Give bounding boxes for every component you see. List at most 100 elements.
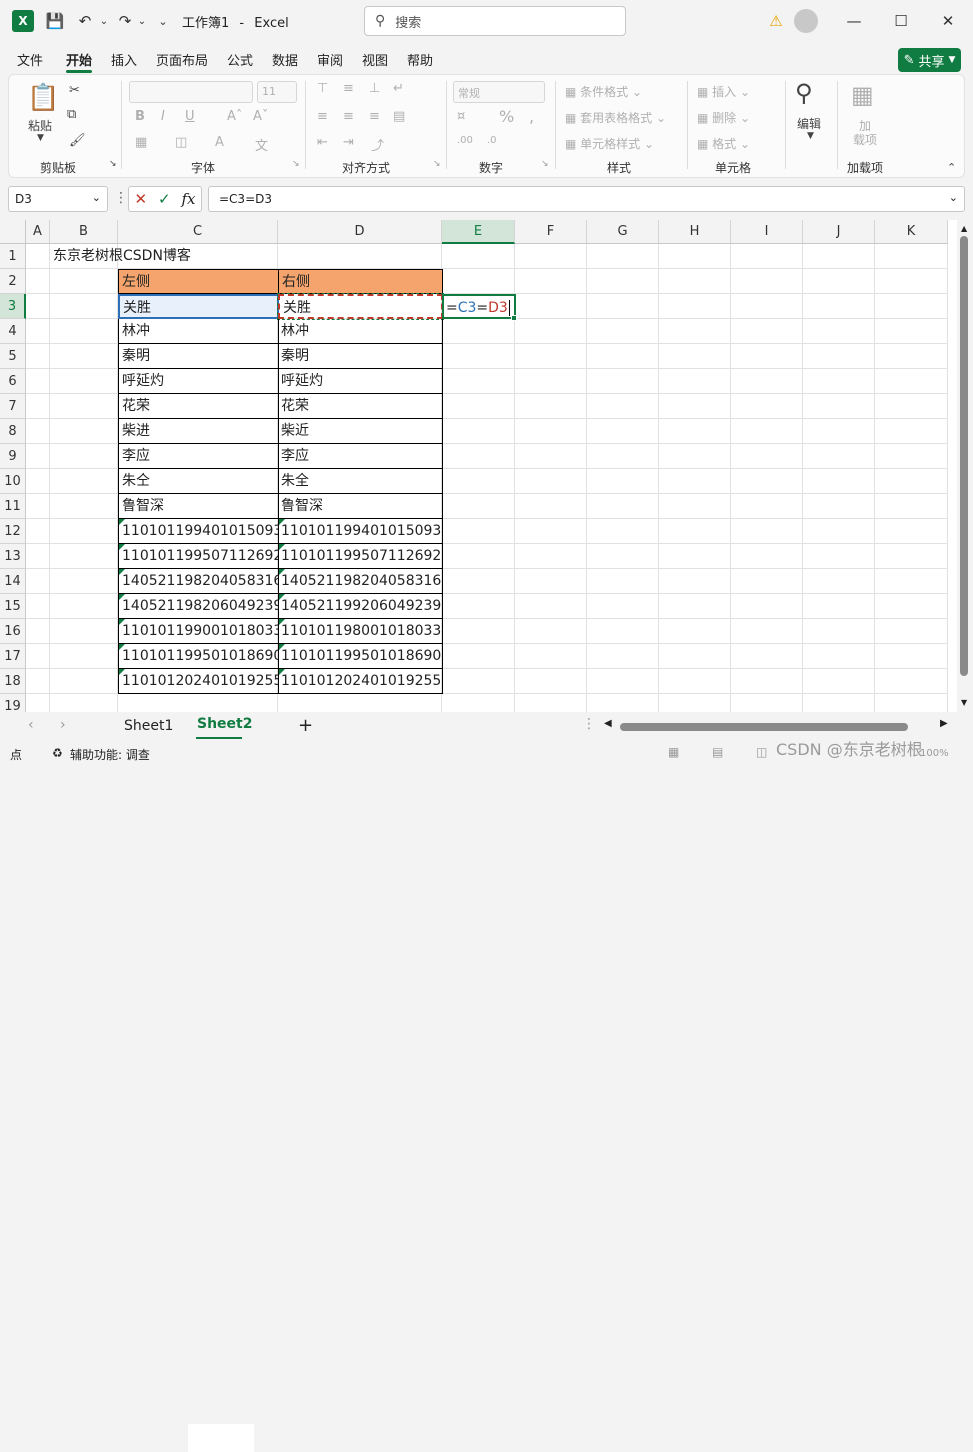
cell-d17[interactable]: 110101199501018690 bbox=[278, 644, 443, 669]
editing-dropdown-icon[interactable]: ▼ bbox=[807, 131, 814, 141]
vertical-scrollbar[interactable]: ▲ ▼ bbox=[957, 220, 973, 712]
borders-icon[interactable]: ▦ bbox=[135, 135, 147, 150]
cell-c18[interactable]: 110101202401019255 bbox=[118, 669, 279, 694]
row-header-8[interactable]: 8 bbox=[0, 419, 26, 444]
cell-c6[interactable]: 呼延灼 bbox=[118, 369, 279, 394]
number-as-text-indicator[interactable] bbox=[119, 644, 125, 650]
align-top-icon[interactable]: ⊤ bbox=[317, 81, 328, 96]
tab-review[interactable]: 审阅 bbox=[317, 50, 343, 69]
search-input[interactable]: ⚲ 搜索 bbox=[364, 6, 626, 36]
copy-icon[interactable]: ⧉ bbox=[67, 107, 76, 122]
cell-c12[interactable]: 110101199401015093 bbox=[118, 519, 279, 544]
delete-cells-button[interactable]: ▦ 删除 ⌄ bbox=[697, 109, 750, 126]
row-header-19[interactable]: 19 bbox=[0, 694, 26, 712]
row-header-2[interactable]: 2 bbox=[0, 269, 26, 294]
row-header-7[interactable]: 7 bbox=[0, 394, 26, 419]
select-all-corner[interactable] bbox=[0, 220, 26, 244]
wrap-text-icon[interactable]: ↵ bbox=[393, 81, 404, 96]
cell-d15[interactable]: 140521199206049239 bbox=[278, 594, 443, 619]
cell-d9[interactable]: 李应 bbox=[278, 444, 443, 469]
number-as-text-indicator[interactable] bbox=[119, 619, 125, 625]
cell-c14[interactable]: 140521198204058316 bbox=[118, 569, 279, 594]
cell-d16[interactable]: 110101198001018033 bbox=[278, 619, 443, 644]
clipboard-launcher-icon[interactable]: ↘ bbox=[109, 159, 117, 169]
redo-icon[interactable]: ↷ bbox=[114, 10, 136, 32]
addins-icon[interactable]: ▦ bbox=[851, 81, 874, 109]
column-header-g[interactable]: G bbox=[587, 220, 659, 244]
row-header-18[interactable]: 18 bbox=[0, 669, 26, 694]
cell-d3[interactable]: 关胜 bbox=[277, 293, 444, 320]
conditional-formatting-button[interactable]: ▦ 条件格式 ⌄ bbox=[565, 83, 642, 100]
font-color-icon[interactable]: A bbox=[215, 135, 224, 150]
align-right-icon[interactable]: ≡ bbox=[369, 109, 380, 124]
prev-sheet-icon[interactable]: ‹ bbox=[28, 717, 34, 733]
format-painter-icon[interactable]: 🖌 bbox=[69, 133, 86, 148]
column-header-k[interactable]: K bbox=[875, 220, 948, 244]
tab-file[interactable]: 文件 bbox=[17, 50, 43, 69]
tab-insert[interactable]: 插入 bbox=[111, 50, 137, 69]
cell-d6[interactable]: 呼延灼 bbox=[278, 369, 443, 394]
cell-d8[interactable]: 柴近 bbox=[278, 419, 443, 444]
cut-icon[interactable]: ✂ bbox=[69, 83, 80, 98]
cell-styles-button[interactable]: ▦ 单元格样式 ⌄ bbox=[565, 135, 654, 152]
cell-d2[interactable]: 右侧 bbox=[278, 269, 443, 294]
minimize-icon[interactable]: — bbox=[846, 10, 862, 32]
tab-view[interactable]: 视图 bbox=[362, 50, 388, 69]
next-sheet-icon[interactable]: › bbox=[60, 717, 66, 733]
insert-cells-button[interactable]: ▦ 插入 ⌄ bbox=[697, 83, 750, 100]
row-header-5[interactable]: 5 bbox=[0, 344, 26, 369]
number-as-text-indicator[interactable] bbox=[279, 669, 285, 675]
undo-icon[interactable]: ↶ bbox=[74, 10, 96, 32]
fill-handle[interactable] bbox=[511, 315, 517, 321]
cell-c13[interactable]: 110101199507112692 bbox=[118, 544, 279, 569]
phonetic-icon[interactable]: 文 bbox=[255, 135, 268, 154]
column-header-e[interactable]: E bbox=[442, 220, 515, 244]
redo-dropdown-icon[interactable]: ⌄ bbox=[136, 10, 148, 32]
row-header-12[interactable]: 12 bbox=[0, 519, 26, 544]
number-as-text-indicator[interactable] bbox=[119, 569, 125, 575]
cell-d12[interactable]: 110101199401015093 bbox=[278, 519, 443, 544]
align-bottom-icon[interactable]: ⊥ bbox=[369, 81, 380, 96]
row-header-10[interactable]: 10 bbox=[0, 469, 26, 494]
number-as-text-indicator[interactable] bbox=[279, 644, 285, 650]
italic-icon[interactable]: I bbox=[161, 109, 165, 124]
number-as-text-indicator[interactable] bbox=[279, 619, 285, 625]
row-header-13[interactable]: 13 bbox=[0, 544, 26, 569]
cell-c9[interactable]: 李应 bbox=[118, 444, 279, 469]
fill-color-icon[interactable]: ◫ bbox=[175, 135, 187, 150]
column-header-a[interactable]: A bbox=[26, 220, 50, 244]
maximize-icon[interactable]: ☐ bbox=[893, 10, 909, 32]
cell-e3-editing[interactable]: =C3=D3 bbox=[442, 294, 516, 319]
expand-formula-bar-icon[interactable]: ⌄ bbox=[949, 191, 958, 204]
worksheet-grid[interactable]: ABCDEFGHIJK 1 2 3 4 5 6 7 8 9 10 11 12 13 14 15 16 17 18 1… bbox=[0, 220, 957, 712]
bold-icon[interactable]: B bbox=[135, 109, 145, 124]
scroll-right-icon[interactable]: ▶ bbox=[940, 718, 948, 729]
scroll-down-icon[interactable]: ▼ bbox=[961, 698, 967, 707]
column-header-j[interactable]: J bbox=[803, 220, 875, 244]
font-size-select[interactable]: 11 bbox=[257, 81, 297, 103]
number-as-text-indicator[interactable] bbox=[119, 544, 125, 550]
format-cells-button[interactable]: ▦ 格式 ⌄ bbox=[697, 135, 750, 152]
row-header-14[interactable]: 14 bbox=[0, 569, 26, 594]
column-header-b[interactable]: B bbox=[50, 220, 118, 244]
cell-d5[interactable]: 秦明 bbox=[278, 344, 443, 369]
number-format-select[interactable]: 常规 bbox=[453, 81, 545, 103]
number-as-text-indicator[interactable] bbox=[119, 519, 125, 525]
cell-d7[interactable]: 花荣 bbox=[278, 394, 443, 419]
undo-dropdown-icon[interactable]: ⌄ bbox=[98, 10, 110, 32]
cell-c11[interactable]: 鲁智深 bbox=[118, 494, 279, 519]
sheet-tab-sheet2[interactable]: Sheet2 bbox=[197, 716, 252, 732]
tab-formulas[interactable]: 公式 bbox=[227, 50, 253, 69]
sheet-tab-sheet1[interactable]: Sheet1 bbox=[124, 718, 173, 734]
vertical-scroll-thumb[interactable] bbox=[960, 236, 968, 676]
grow-font-icon[interactable]: Aˆ bbox=[227, 109, 242, 124]
insert-function-icon[interactable]: fx bbox=[182, 190, 196, 208]
increase-indent-icon[interactable]: ⇥ bbox=[343, 135, 354, 150]
font-name-select[interactable] bbox=[129, 81, 253, 103]
row-header-15[interactable]: 15 bbox=[0, 594, 26, 619]
column-header-d[interactable]: D bbox=[278, 220, 442, 244]
cell-c7[interactable]: 花荣 bbox=[118, 394, 279, 419]
cell-c10[interactable]: 朱仝 bbox=[118, 469, 279, 494]
addins-button-line2[interactable]: 载项 bbox=[853, 131, 877, 148]
cell-d11[interactable]: 鲁智深 bbox=[278, 494, 443, 519]
